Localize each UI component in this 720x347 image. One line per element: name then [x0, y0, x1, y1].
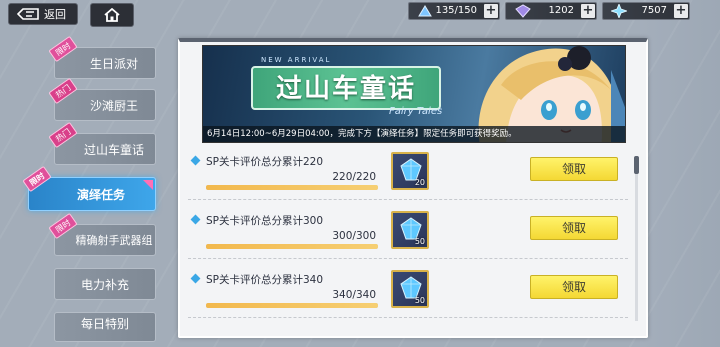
- background-right: [640, 0, 720, 347]
- tab-label: 演绎任务: [76, 187, 125, 202]
- progress-bar: [206, 244, 378, 249]
- crystal-value: 1202: [548, 5, 574, 16]
- task-progress-text: 220/220: [332, 171, 376, 183]
- reward-count: 50: [414, 237, 425, 246]
- crystal-icon: [515, 4, 531, 18]
- task-progress-text: 300/300: [332, 230, 376, 242]
- tab-beach-chef[interactable]: 热门 沙滩厨王: [48, 77, 156, 121]
- task-name: SP关卡评价总分累计220: [206, 156, 324, 168]
- crystal-plus-button[interactable]: +: [581, 4, 595, 18]
- fuel-value: 135/150: [435, 5, 477, 16]
- diamond-plus-button[interactable]: +: [674, 4, 688, 18]
- bullet-icon: [190, 273, 201, 284]
- progress-bar: [206, 185, 378, 190]
- diamond-icon: [611, 4, 627, 18]
- banner-subtitle: NEW ARRIVAL: [261, 56, 332, 64]
- tab-power-supply[interactable]: 电力补充: [54, 268, 156, 300]
- progress-fill: [206, 185, 378, 190]
- scrollbar-track[interactable]: [635, 156, 638, 321]
- back-arrow-icon: [17, 8, 39, 20]
- task-name: SP关卡评价总分累计340: [206, 274, 324, 286]
- row-divider: [188, 317, 628, 318]
- bullet-icon: [190, 155, 201, 166]
- reward-item[interactable]: 20: [391, 152, 429, 190]
- task-row: SP关卡评价总分累计340 340/340 50 领取: [188, 270, 628, 328]
- fuel-plus-button[interactable]: +: [484, 4, 498, 18]
- banner-signature: Fairy Tales: [389, 106, 443, 117]
- limited-tag: 限时: [48, 35, 78, 63]
- row-divider: [188, 258, 628, 259]
- scrollbar-thumb[interactable]: [634, 156, 639, 174]
- reward-item[interactable]: 50: [391, 270, 429, 308]
- tab-roller-coaster[interactable]: 热门 过山车童话: [48, 121, 156, 165]
- fuel-counter: 135/150 +: [408, 2, 500, 20]
- tab-daily-special[interactable]: 每日特别: [54, 312, 156, 342]
- progress-bar: [206, 303, 378, 308]
- tab-sharpshooter-weapons[interactable]: 限时 精确射手武器组: [48, 212, 156, 256]
- reward-count: 20: [414, 178, 425, 187]
- tab-label: 电力补充: [80, 277, 129, 292]
- row-divider: [188, 199, 628, 200]
- reward-item[interactable]: 50: [391, 211, 429, 249]
- bullet-icon: [190, 214, 201, 225]
- task-progress-text: 340/340: [332, 289, 376, 301]
- home-icon: [104, 8, 120, 22]
- hot-tag: 热门: [48, 121, 78, 149]
- corner-fold: [143, 180, 153, 190]
- tab-label: 每日特别: [80, 317, 129, 331]
- reward-count: 50: [414, 296, 425, 305]
- back-label: 返回: [44, 8, 66, 21]
- tab-label: 沙滩厨王: [89, 98, 138, 113]
- crystal-counter: 1202 +: [505, 2, 597, 20]
- tab-performance-tasks[interactable]: 限时 演绎任务: [22, 165, 156, 211]
- tab-label: 生日派对: [89, 56, 138, 71]
- progress-fill: [206, 244, 378, 249]
- limited-tag: 限时: [48, 212, 78, 240]
- banner-title: 过山车童话: [251, 66, 441, 110]
- diamond-value: 7507: [641, 5, 667, 16]
- task-row: SP关卡评价总分累计220 220/220 20 领取: [188, 152, 628, 210]
- fuel-icon: [418, 5, 432, 17]
- tab-label: 过山车童话: [83, 142, 144, 157]
- back-button[interactable]: 返回: [8, 3, 78, 25]
- tab-label: 精确射手武器组: [75, 234, 153, 247]
- event-notice: 6月14日12:00~6月29日04:00，完成下方【演绎任务】限定任务即可获得…: [203, 126, 625, 142]
- tab-birthday-party[interactable]: 限时 生日派对: [48, 35, 156, 79]
- progress-fill: [206, 303, 378, 308]
- claim-button[interactable]: 领取: [530, 157, 618, 181]
- task-row: SP关卡评价总分累计300 300/300 50 领取: [188, 211, 628, 269]
- home-button[interactable]: [90, 3, 134, 27]
- diamond-counter: 7507 +: [602, 2, 690, 20]
- event-banner: NEW ARRIVAL 过山车童话 Fairy Tales 6月14日12:00…: [202, 45, 626, 143]
- claim-button[interactable]: 领取: [530, 275, 618, 299]
- claim-button[interactable]: 领取: [530, 216, 618, 240]
- task-name: SP关卡评价总分累计300: [206, 215, 324, 227]
- hot-tag: 热门: [48, 77, 78, 105]
- limited-tag: 限时: [22, 165, 52, 193]
